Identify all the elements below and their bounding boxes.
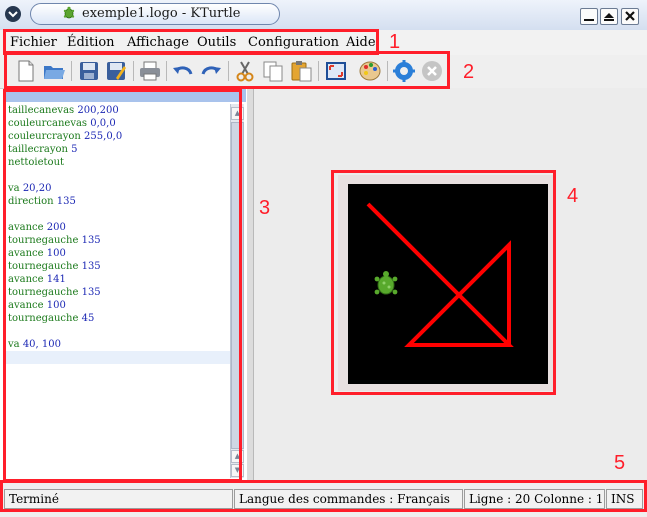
- annotation-label-4: 4: [567, 185, 579, 207]
- window-menu-button[interactable]: [5, 6, 21, 22]
- annotation-label-3: 3: [259, 197, 271, 219]
- annotation-label-5: 5: [614, 452, 626, 474]
- close-button[interactable]: [621, 8, 639, 25]
- window-title: exemple1.logo - KTurtle: [82, 6, 241, 21]
- annotation-label-1: 1: [389, 31, 401, 53]
- annotation-label-2: 2: [463, 61, 475, 83]
- minimize-icon: [584, 19, 594, 21]
- annotation-box-3: [3, 89, 242, 482]
- annotation-box-5: [0, 480, 647, 512]
- splitter-handle[interactable]: [247, 88, 254, 480]
- maximize-icon: [604, 13, 614, 21]
- chevron-down-icon: [8, 11, 18, 18]
- annotation-box-2: [4, 51, 450, 89]
- maximize-button[interactable]: [600, 8, 618, 25]
- kturtle-app-icon: [62, 6, 76, 23]
- close-icon: [625, 11, 635, 21]
- annotation-box-4: [331, 170, 556, 395]
- minimize-button[interactable]: [580, 8, 598, 25]
